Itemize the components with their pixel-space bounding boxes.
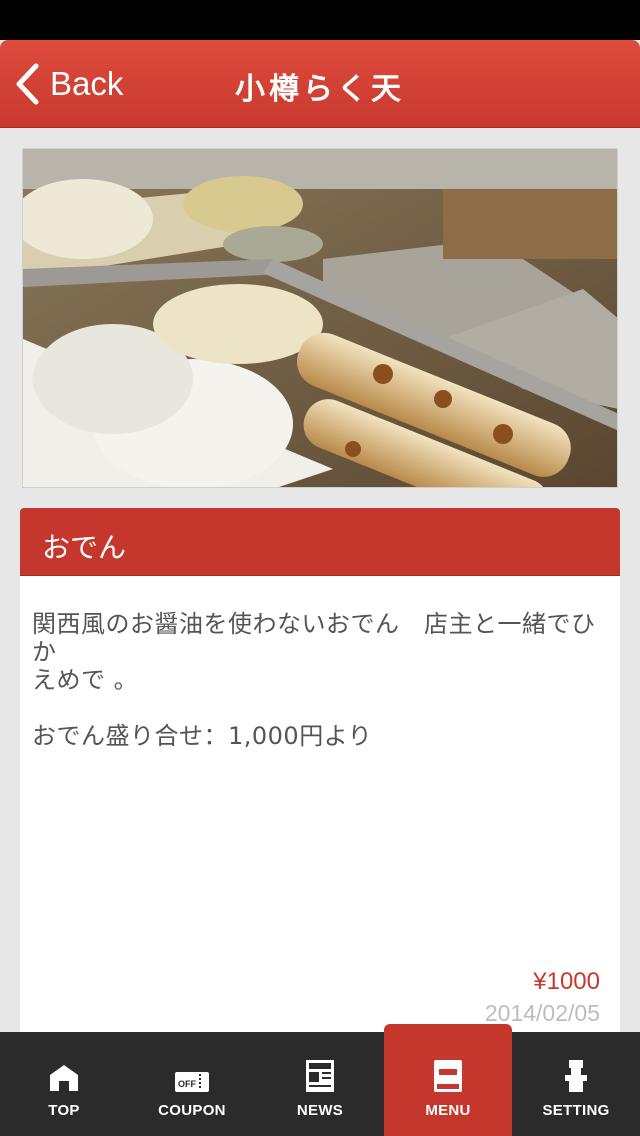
item-title: おでん [20, 508, 620, 576]
navigation-bar: Back 小樽らく天 [0, 40, 640, 128]
tab-coupon[interactable]: OFF COUPON [128, 1032, 256, 1136]
item-description: 関西風のお醤油を使わないおでん 店主と一緒でひか えめで 。 おでん盛り合せ：1… [32, 610, 612, 750]
menu-item-card: おでん 関西風のお醤油を使わないおでん 店主と一緒でひか えめで 。 おでん盛り… [20, 508, 620, 1048]
tab-top[interactable]: TOP [0, 1032, 128, 1136]
description-blank [32, 694, 612, 722]
tab-label: COUPON [158, 1102, 226, 1119]
svg-text:OFF: OFF [178, 1079, 196, 1089]
news-icon [306, 1032, 334, 1092]
back-label: Back [50, 65, 124, 102]
description-line: おでん盛り合せ：1,000円より [32, 722, 373, 750]
back-button[interactable]: Back [14, 60, 123, 108]
item-date: 2014/02/05 [484, 1000, 600, 1026]
tab-setting[interactable]: SETTING [512, 1032, 640, 1136]
coupon-icon: OFF [175, 1032, 209, 1092]
item-photo [22, 148, 618, 488]
tab-menu[interactable]: MENU [384, 1024, 512, 1136]
tab-bar: TOP OFF COUPON NEWS MENU SETTING [0, 1024, 640, 1136]
status-bar [0, 0, 640, 40]
description-line: 関西風のお醤油を使わないおでん 店主と一緒でひか [32, 610, 596, 666]
menu-book-icon [434, 1024, 462, 1092]
page-title: 小樽らく天 [235, 72, 405, 107]
tab-label: MENU [425, 1102, 471, 1119]
home-icon [49, 1032, 79, 1092]
item-price: ¥1000 [533, 968, 600, 995]
setting-icon [565, 1032, 587, 1092]
tab-label: NEWS [296, 1102, 344, 1119]
tab-label: TOP [48, 1102, 80, 1119]
chevron-left-icon [14, 63, 40, 105]
tab-label: SETTING [542, 1102, 610, 1119]
tab-news[interactable]: NEWS [256, 1032, 384, 1136]
description-line: えめで 。 [32, 666, 139, 694]
